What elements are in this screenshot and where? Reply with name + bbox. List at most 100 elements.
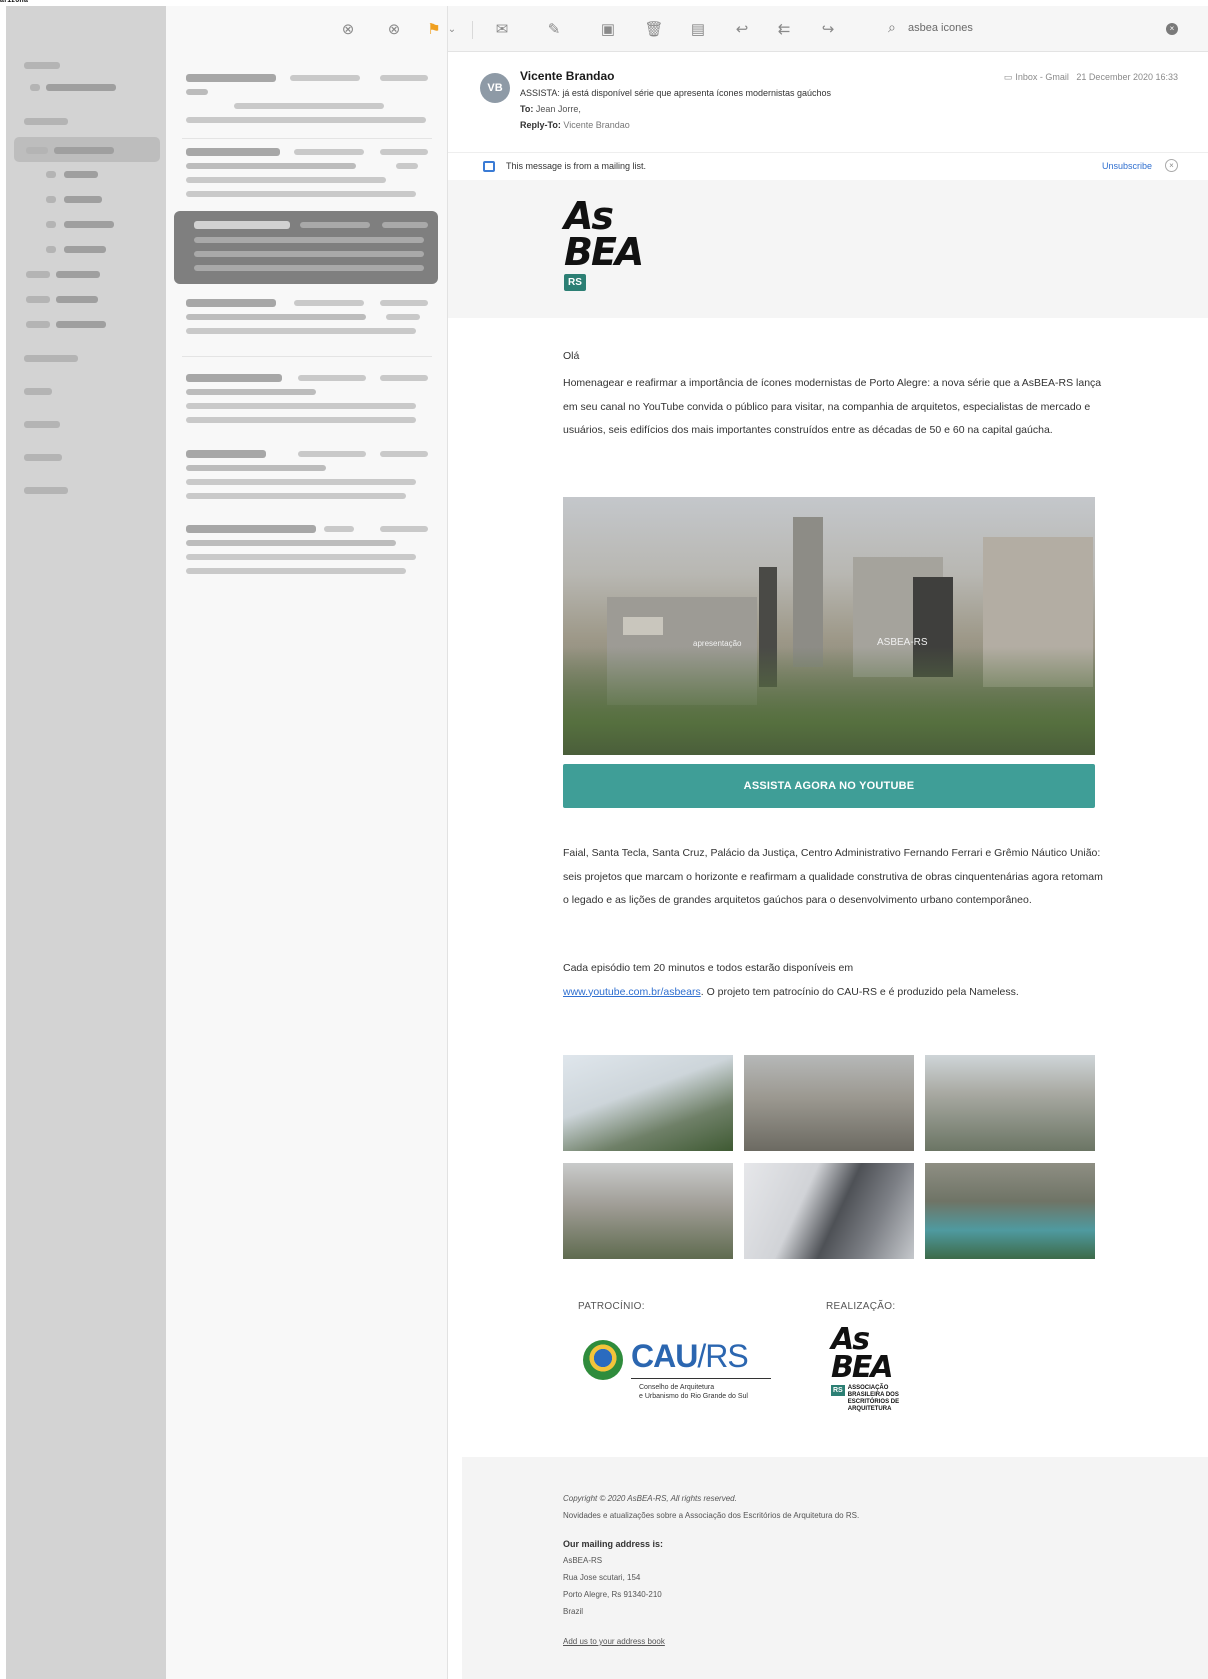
footer-address-line: Brazil bbox=[563, 1607, 584, 1616]
cau-subtitle-2: e Urbanismo do Rio Grande do Sul bbox=[639, 1393, 748, 1400]
footer-address-line: Porto Alegre, Rs 91340-210 bbox=[563, 1590, 662, 1599]
sidebar-section-header bbox=[24, 351, 78, 365]
photo-thumb[interactable] bbox=[925, 1163, 1095, 1259]
mailing-list-banner: This message is from a mailing list. Uns… bbox=[448, 152, 1208, 180]
chevron-down-icon[interactable]: ⌄ bbox=[442, 20, 462, 40]
footer-copyright: Copyright © 2020 AsBEA-RS, All rights re… bbox=[563, 1494, 737, 1503]
sidebar bbox=[6, 6, 166, 1679]
paragraph-intro: Homenagear e reafirmar a importância de … bbox=[563, 377, 1102, 436]
sender-name[interactable]: Vicente Brandao bbox=[520, 69, 614, 83]
cau-underline bbox=[631, 1378, 771, 1379]
sidebar-item-gmail[interactable] bbox=[46, 167, 98, 181]
archive-circle-icon[interactable]: ⊗ bbox=[338, 20, 358, 40]
sidebar-item[interactable] bbox=[46, 242, 106, 256]
footer-news: Novidades e atualizações sobre a Associa… bbox=[563, 1511, 860, 1520]
email-body: As BEA RS Olá Homenagear e reafirmar a i… bbox=[448, 180, 1208, 1679]
footer-address-line: Rua Jose scutari, 154 bbox=[563, 1573, 641, 1582]
close-banner-icon[interactable]: × bbox=[1165, 159, 1178, 172]
sidebar-item-all-drafts[interactable] bbox=[26, 317, 106, 331]
asbea2-words: ASSOCIAÇÃO BRASILEIRA DOS ESCRITÓRIOS DE… bbox=[848, 1385, 899, 1413]
forward-icon[interactable]: ↪ bbox=[818, 20, 838, 40]
logo-badge: RS bbox=[564, 274, 586, 291]
sidebar-section-header bbox=[24, 58, 60, 72]
asbea-logo: As BEA RS bbox=[564, 194, 654, 291]
sponsor-text: . O projeto tem patrocínio do CAU-RS e é… bbox=[700, 985, 1019, 998]
reply-to-value[interactable]: Vicente Brandao bbox=[563, 120, 629, 130]
trash-icon[interactable]: 🗑 bbox=[644, 20, 664, 40]
compose-icon[interactable]: ✎ bbox=[544, 20, 564, 40]
flag-icon[interactable]: ⚑ bbox=[424, 20, 444, 40]
add-address-book-link[interactable]: Add us to your address book bbox=[563, 1637, 665, 1646]
list-item-selected[interactable] bbox=[174, 211, 438, 284]
sidebar-item-all-inboxes[interactable] bbox=[26, 143, 114, 157]
reply-all-icon[interactable]: ⇇ bbox=[774, 20, 794, 40]
list-separator bbox=[182, 138, 432, 139]
sidebar-section-header bbox=[24, 483, 68, 497]
asbea2-badge: RS bbox=[831, 1385, 845, 1396]
toolbar-separator bbox=[472, 21, 473, 39]
message-header: VB Vicente Brandao ASSISTA: já está disp… bbox=[448, 52, 1208, 152]
asbea2-line-2: BEA bbox=[831, 1350, 894, 1385]
paragraph-projects: Faial, Santa Tecla, Santa Cruz, Palácio … bbox=[563, 847, 1103, 906]
search-input[interactable]: asbea icones bbox=[908, 22, 973, 34]
logo-line-1: As bbox=[564, 194, 614, 238]
photo-thumb[interactable] bbox=[744, 1055, 914, 1151]
sidebar-item[interactable] bbox=[46, 217, 114, 231]
message-meta: ▭ Inbox - Gmail 21 December 2020 16:33 bbox=[1004, 72, 1178, 83]
reply-to-label: Reply-To: bbox=[520, 120, 561, 130]
message-date: 21 December 2020 16:33 bbox=[1076, 72, 1178, 82]
search-field[interactable]: ⌕ asbea icones × bbox=[888, 19, 1178, 41]
cau-subtitle-1: Conselho de Arquitetura bbox=[639, 1384, 715, 1391]
avatar: VB bbox=[480, 73, 510, 103]
move-icon[interactable]: ▤ bbox=[688, 20, 708, 40]
watch-youtube-button[interactable]: ASSISTA AGORA NO YOUTUBE bbox=[563, 764, 1095, 808]
sidebar-item[interactable] bbox=[46, 192, 102, 206]
cau-rs-logo[interactable]: CAU/RS Conselho de Arquitetura e Urbanism… bbox=[583, 1338, 773, 1408]
search-icon: ⌕ bbox=[888, 19, 896, 35]
hero-label-left: apresentação bbox=[693, 639, 742, 648]
asbea2-word: BRASILEIRA DOS bbox=[847, 1392, 899, 1398]
mailbox-name: Inbox - Gmail bbox=[1015, 72, 1069, 82]
logo-line-2: BEA bbox=[564, 230, 644, 274]
mailbox-icon: ▭ bbox=[1003, 72, 1013, 82]
youtube-link[interactable]: www.youtube.com.br/asbears bbox=[563, 986, 701, 998]
mailing-list-note: This message is from a mailing list. bbox=[506, 161, 647, 171]
sidebar-section-header bbox=[24, 114, 68, 128]
clear-search-icon[interactable]: × bbox=[1166, 23, 1178, 35]
cau-subtitle: Conselho de Arquitetura e Urbanismo do Ri… bbox=[639, 1383, 748, 1401]
sidebar-item-all-mailboxes[interactable] bbox=[30, 80, 116, 94]
to-value[interactable]: Jean Jorre, bbox=[536, 104, 581, 114]
hero-image[interactable]: apresentação ASBEA-RS bbox=[563, 497, 1095, 755]
sidebar-item-all-sent[interactable] bbox=[26, 267, 100, 281]
reply-icon[interactable]: ↩ bbox=[732, 20, 752, 40]
cau-title: CAU/RS bbox=[631, 1338, 749, 1375]
footer-address-line: AsBEA-RS bbox=[563, 1556, 603, 1565]
photo-thumb[interactable] bbox=[925, 1055, 1095, 1151]
reply-to-line: Reply-To: Vicente Brandao bbox=[520, 120, 630, 130]
list-separator bbox=[182, 356, 432, 357]
asbea2-word: ASSOCIAÇÃO bbox=[847, 1385, 889, 1391]
asbea-realization-logo[interactable]: As BEA RS ASSOCIAÇÃO BRASILEIRA DOS ESCR… bbox=[831, 1325, 921, 1413]
to-line: To: Jean Jorre, bbox=[520, 104, 581, 114]
cau-title-rest: /RS bbox=[697, 1338, 748, 1374]
email-footer: Copyright © 2020 AsBEA-RS, All rights re… bbox=[462, 1457, 1208, 1679]
hero-label-right: ASBEA-RS bbox=[877, 637, 928, 648]
photo-thumb[interactable] bbox=[744, 1163, 914, 1259]
photo-thumb[interactable] bbox=[563, 1163, 733, 1259]
message-list bbox=[166, 6, 448, 1679]
asbea2-word: ARQUITETURA bbox=[847, 1406, 892, 1412]
junk-circle-icon[interactable]: ⊗ bbox=[384, 20, 404, 40]
sidebar-item-flagged[interactable] bbox=[26, 292, 98, 306]
sidebar-section-header bbox=[24, 417, 60, 431]
to-label: To: bbox=[520, 104, 534, 114]
sidebar-section-header bbox=[24, 450, 62, 464]
corner-label: ar1z6na bbox=[0, 0, 29, 4]
episodes-text: Cada episódio tem 20 minutos e todos est… bbox=[563, 962, 854, 974]
photo-thumb[interactable] bbox=[563, 1055, 733, 1151]
cau-title-bold: CAU bbox=[631, 1338, 698, 1374]
unsubscribe-link[interactable]: Unsubscribe bbox=[1102, 161, 1152, 171]
envelope-icon[interactable]: ✉ bbox=[492, 20, 512, 40]
sponsor-label: PATROCÍNIO: bbox=[578, 1301, 645, 1312]
footer-mailing-heading: Our mailing address is: bbox=[563, 1539, 664, 1549]
archive-box-icon[interactable]: ▣ bbox=[598, 20, 618, 40]
